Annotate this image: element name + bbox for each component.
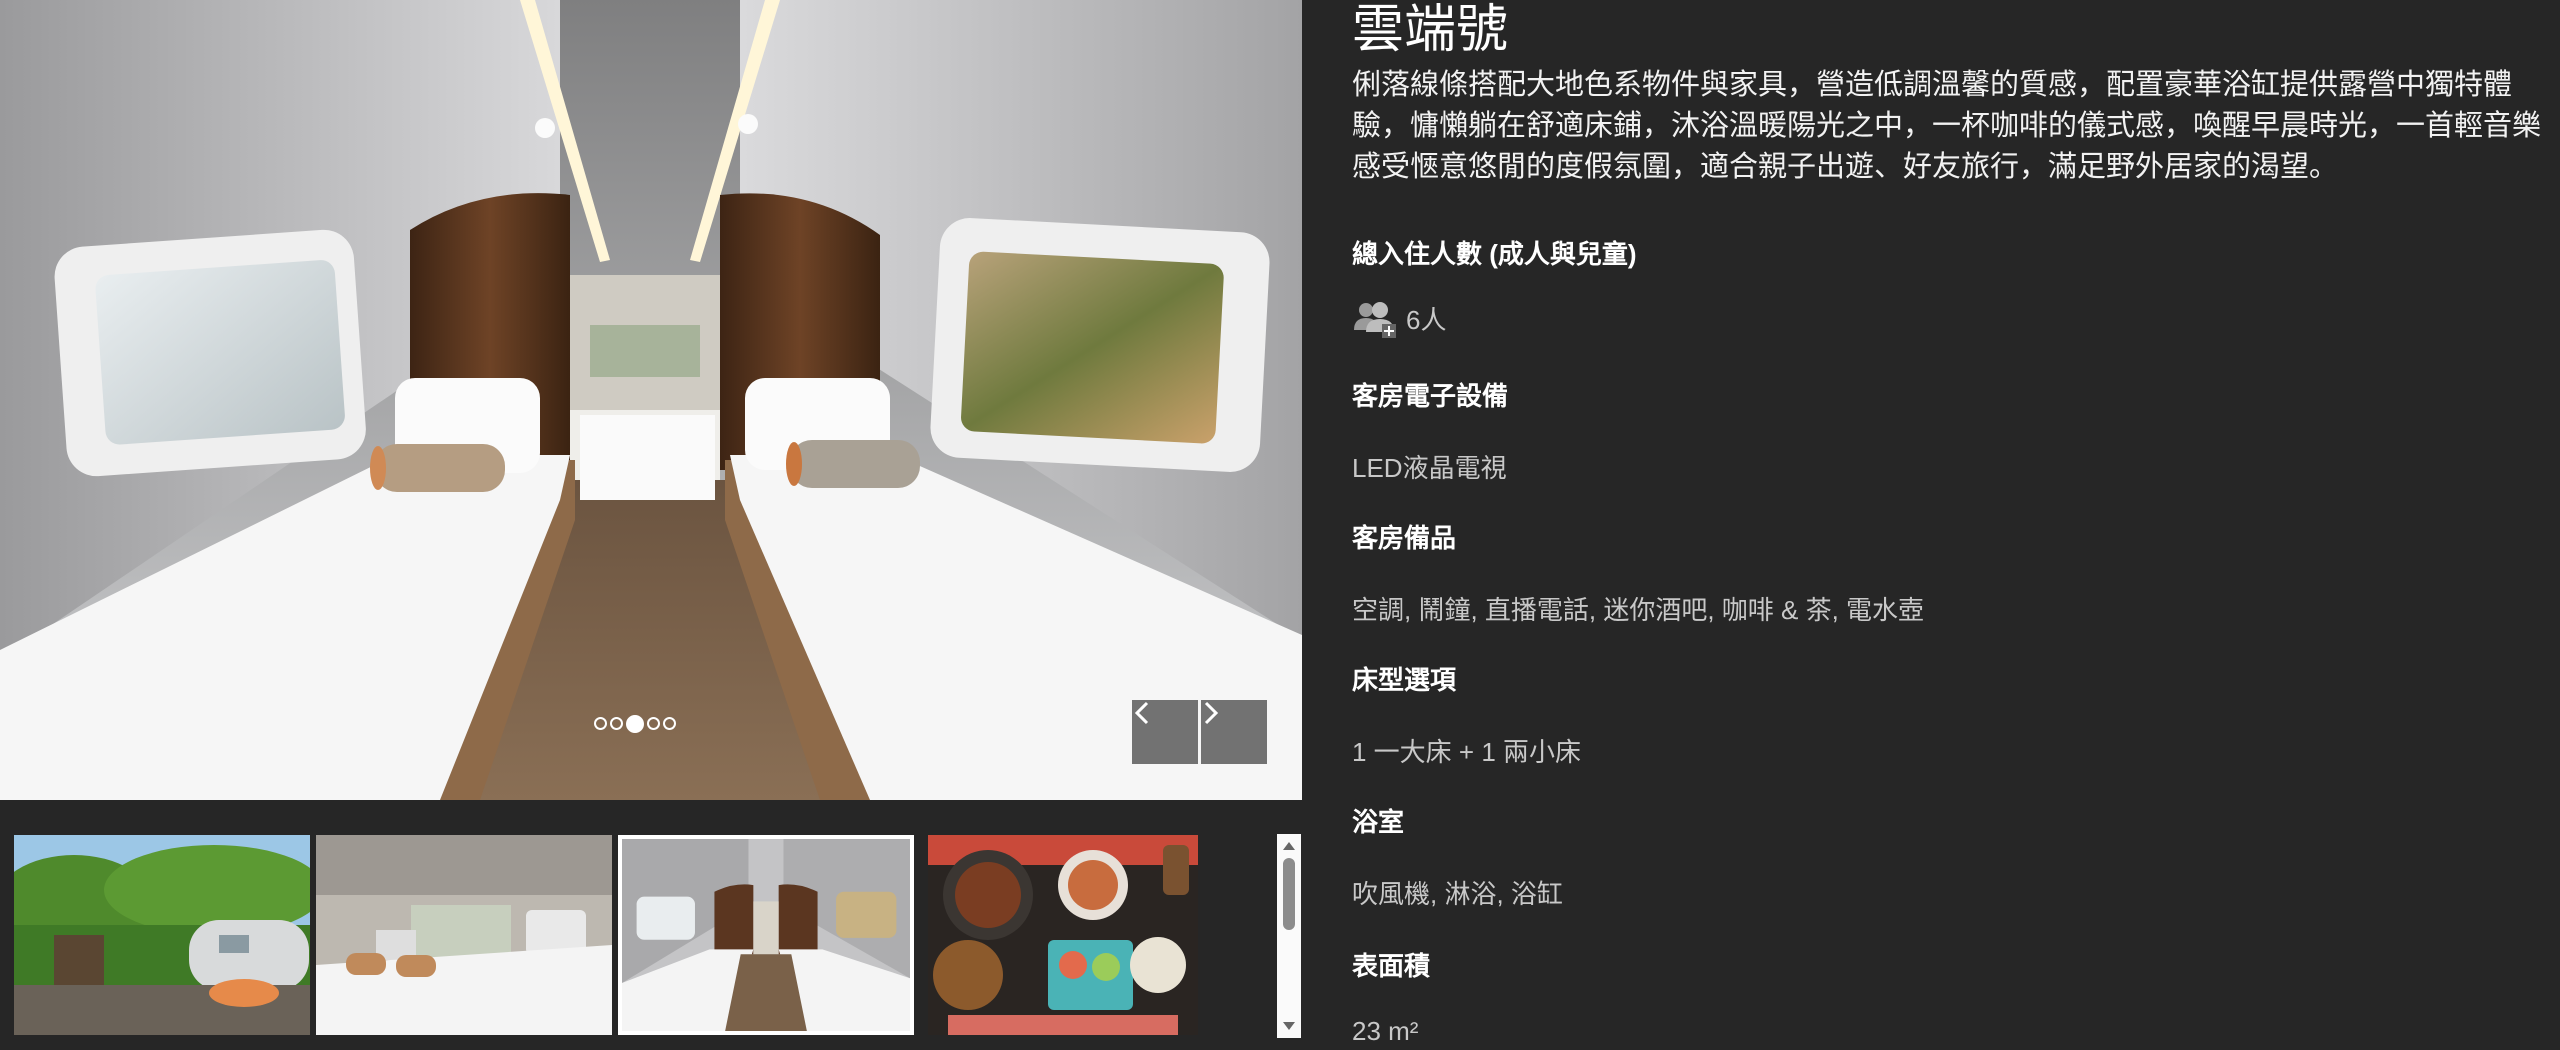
- room-title: 雲端號: [1352, 0, 1509, 60]
- electronics-heading: 客房電子設備: [1352, 381, 1509, 411]
- users-icon: [1354, 302, 1396, 338]
- area-heading: 表面積: [1352, 951, 1431, 981]
- thumbnail-bedroom-wide[interactable]: [316, 835, 612, 1035]
- bed-type-heading: 床型選項: [1352, 665, 1457, 695]
- photo-gallery: [0, 0, 1302, 1050]
- carousel-dot-active[interactable]: [626, 715, 644, 733]
- occupancy-value: 6人: [1406, 304, 1447, 335]
- electronics-value: LED液晶電視: [1352, 453, 1507, 483]
- thumbnail-bedroom-twin[interactable]: [618, 835, 914, 1035]
- bedroom-twin-thumbnail-image: [622, 839, 910, 1031]
- bed-type-value: 1 一大床 + 1 兩小床: [1352, 737, 1581, 767]
- carousel-dot[interactable]: [663, 717, 676, 730]
- thumbnail-hotpot-meal[interactable]: [928, 835, 1224, 1035]
- scroll-up-button[interactable]: [1277, 836, 1301, 856]
- hotpot-meal-thumbnail-image: [928, 835, 1198, 1035]
- previous-photo-button[interactable]: [1132, 700, 1198, 764]
- amenities-heading: 客房備品: [1352, 523, 1457, 553]
- room-description: 俐落線條搭配大地色系物件與家具，營造低調溫馨的質感，配置豪華浴缸提供露營中獨特體…: [1352, 67, 2542, 183]
- carousel-dot[interactable]: [647, 717, 660, 730]
- area-value: 23 m²: [1352, 1016, 1419, 1046]
- next-photo-button[interactable]: [1201, 700, 1267, 764]
- triangle-down-icon: [1283, 1022, 1295, 1030]
- trailer-interior-photo: [0, 0, 1302, 800]
- carousel-dots: [594, 715, 676, 733]
- carousel-dot[interactable]: [594, 717, 607, 730]
- bathroom-heading: 浴室: [1352, 807, 1405, 837]
- thumbnail-exterior[interactable]: [14, 835, 310, 1035]
- occupancy-row: 6人: [1352, 298, 1446, 338]
- carousel-dot[interactable]: [610, 717, 623, 730]
- room-details-panel: 雲端號 俐落線條搭配大地色系物件與家具，營造低調溫馨的質感，配置豪華浴缸提供露營…: [1352, 0, 2550, 1050]
- bedroom-wide-thumbnail-image: [316, 835, 612, 1035]
- amenities-value: 空調, 鬧鐘, 直播電話, 迷你酒吧, 咖啡 & 茶, 電水壺: [1352, 595, 1925, 625]
- occupancy-heading: 總入住人數 (成人與兒童): [1352, 239, 1637, 269]
- triangle-up-icon: [1283, 842, 1295, 850]
- scroll-down-button[interactable]: [1277, 1016, 1301, 1036]
- thumbnail-scrollbar[interactable]: [1277, 834, 1301, 1038]
- chevron-right-icon: [1204, 701, 1219, 725]
- chevron-left-icon: [1134, 701, 1149, 725]
- main-photo[interactable]: [0, 0, 1302, 800]
- bathroom-value: 吹風機, 淋浴, 浴缸: [1352, 879, 1563, 909]
- scrollbar-thumb[interactable]: [1283, 858, 1295, 930]
- exterior-thumbnail-image: [14, 835, 310, 1035]
